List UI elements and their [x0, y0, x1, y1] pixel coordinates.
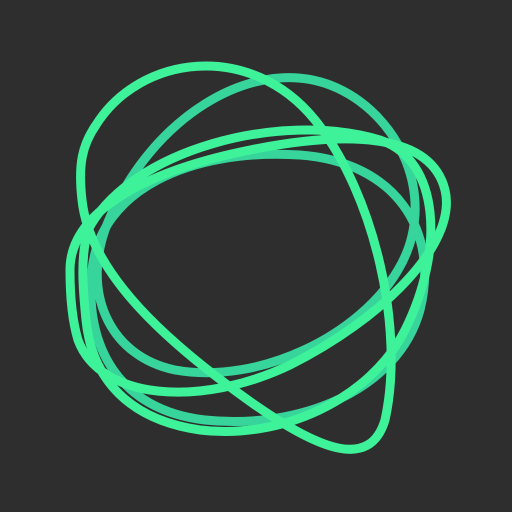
app-icon-canvas [0, 0, 512, 512]
looping-rings-logo-icon [65, 61, 451, 454]
